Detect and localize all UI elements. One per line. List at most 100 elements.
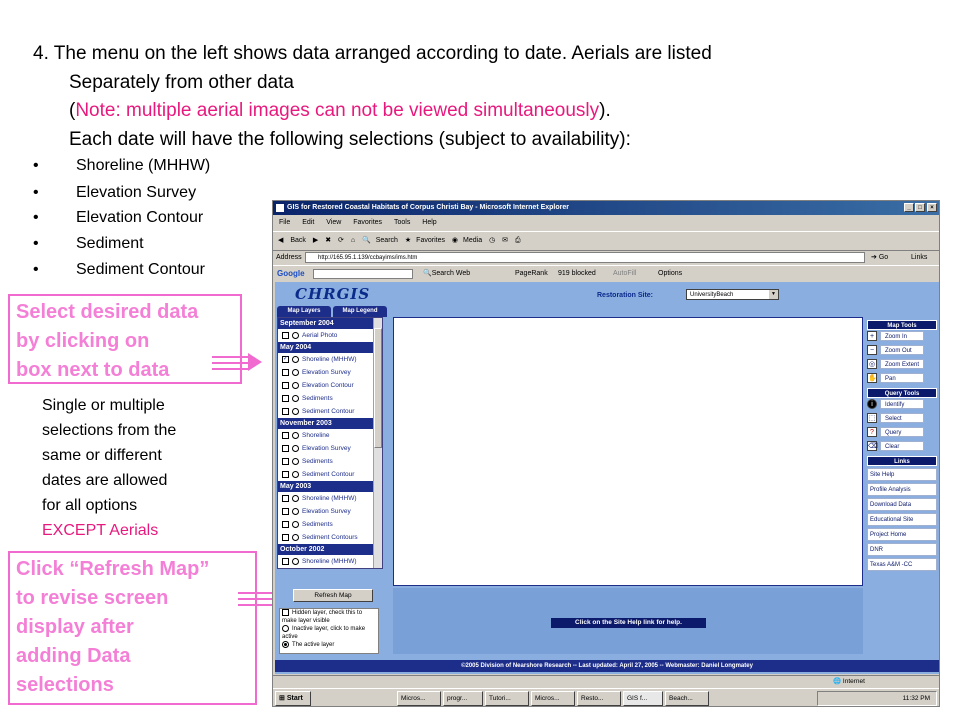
radio[interactable]: [292, 457, 299, 465]
radio[interactable]: [292, 444, 299, 452]
checkbox[interactable]: [282, 394, 289, 402]
checkbox[interactable]: [282, 557, 289, 565]
link-site-help[interactable]: Site Help: [867, 468, 937, 481]
layers-scrollbar[interactable]: [373, 318, 382, 568]
layer-row[interactable]: Sediment Contours: [278, 531, 382, 544]
task-button[interactable]: Beach...: [665, 691, 709, 706]
layer-row[interactable]: Elevation Survey: [278, 366, 382, 379]
radio[interactable]: [292, 368, 299, 376]
menu-edit[interactable]: Edit: [302, 219, 314, 226]
radio[interactable]: [292, 507, 299, 515]
menu-view[interactable]: View: [326, 219, 341, 226]
close-button[interactable]: ×: [927, 203, 937, 212]
tab-map-layers[interactable]: Map Layers: [277, 306, 331, 317]
scrollbar-thumb[interactable]: [374, 328, 382, 448]
media-button[interactable]: ◉ Media: [452, 232, 482, 250]
layer-row[interactable]: Shoreline (MHHW): [278, 555, 382, 568]
checkbox[interactable]: [282, 533, 289, 541]
task-button[interactable]: Micros...: [531, 691, 575, 706]
favorites-button[interactable]: ★ Favorites: [405, 232, 445, 250]
radio[interactable]: [292, 355, 299, 363]
go-button[interactable]: ➔ Go: [871, 250, 888, 265]
start-button[interactable]: ⊞ Start: [275, 691, 311, 706]
checkbox[interactable]: [282, 381, 289, 389]
checkbox[interactable]: [282, 470, 289, 478]
checkbox-checked[interactable]: ✓: [282, 355, 289, 363]
search-web-button[interactable]: 🔍Search Web: [423, 266, 470, 282]
menu-file[interactable]: File: [279, 219, 290, 226]
google-search-input[interactable]: [313, 269, 413, 279]
radio[interactable]: [292, 331, 299, 339]
checkbox[interactable]: [282, 494, 289, 502]
zoom-in-tool[interactable]: + Zoom In: [867, 330, 937, 344]
checkbox[interactable]: [282, 407, 289, 415]
checkbox[interactable]: [282, 507, 289, 515]
identify-tool[interactable]: i Identify: [867, 398, 937, 412]
layer-row[interactable]: Sediments: [278, 392, 382, 405]
layer-row[interactable]: ✓ Shoreline (MHHW): [278, 353, 382, 366]
forward-icon[interactable]: ▶: [313, 232, 318, 250]
checkbox[interactable]: [282, 457, 289, 465]
refresh-map-button[interactable]: Refresh Map: [293, 589, 373, 602]
layer-row[interactable]: Shoreline (MHHW): [278, 492, 382, 505]
back-button[interactable]: ◀ Back: [278, 232, 306, 250]
address-input[interactable]: http://165.95.1.139/ccbayims/ims.htm: [305, 252, 865, 263]
mail-icon[interactable]: ✉: [502, 232, 508, 250]
zoom-out-tool[interactable]: − Zoom Out: [867, 344, 937, 358]
layer-row[interactable]: Elevation Survey: [278, 505, 382, 518]
maximize-button[interactable]: □: [915, 203, 925, 212]
refresh-icon[interactable]: ⟳: [338, 232, 344, 250]
radio[interactable]: [292, 381, 299, 389]
menu-tools[interactable]: Tools: [394, 219, 410, 226]
link-download-data[interactable]: Download Data: [867, 498, 937, 511]
layer-row[interactable]: Sediment Contour: [278, 405, 382, 418]
task-button[interactable]: progr...: [443, 691, 483, 706]
zoom-extent-tool[interactable]: ◎ Zoom Extent: [867, 358, 937, 372]
options-button[interactable]: Options: [658, 266, 682, 282]
link-profile-analysis[interactable]: Profile Analysis: [867, 483, 937, 496]
map-display[interactable]: [393, 317, 863, 586]
layer-row[interactable]: Aerial Photo: [278, 329, 382, 342]
link-educational-site[interactable]: Educational Site: [867, 513, 937, 526]
autofill-button[interactable]: AutoFill: [613, 266, 636, 282]
task-button[interactable]: Tutori...: [485, 691, 529, 706]
home-icon[interactable]: ⌂: [351, 232, 355, 250]
stop-icon[interactable]: ✖: [325, 232, 331, 250]
radio[interactable]: [292, 470, 299, 478]
radio[interactable]: [292, 533, 299, 541]
layer-row[interactable]: Elevation Survey: [278, 442, 382, 455]
link-texas-am-cc[interactable]: Texas A&M -CC: [867, 558, 937, 571]
print-icon[interactable]: ⎙: [515, 232, 521, 250]
link-project-home[interactable]: Project Home: [867, 528, 937, 541]
link-dnr[interactable]: DNR: [867, 543, 937, 556]
layer-row[interactable]: Sediments: [278, 518, 382, 531]
menu-help[interactable]: Help: [422, 219, 436, 226]
history-icon[interactable]: ◷: [489, 232, 495, 250]
task-button[interactable]: Resto...: [577, 691, 621, 706]
checkbox[interactable]: [282, 444, 289, 452]
search-button[interactable]: 🔍 Search: [362, 232, 398, 250]
checkbox[interactable]: [282, 368, 289, 376]
clear-tool[interactable]: ⌫ Clear: [867, 440, 937, 454]
checkbox[interactable]: [282, 331, 289, 339]
task-button[interactable]: Micros...: [397, 691, 441, 706]
checkbox[interactable]: [282, 431, 289, 439]
select-tool[interactable]: ⬚ Select: [867, 412, 937, 426]
radio[interactable]: [292, 407, 299, 415]
layer-row[interactable]: Sediments: [278, 455, 382, 468]
links-label[interactable]: Links: [911, 250, 927, 265]
radio[interactable]: [292, 431, 299, 439]
layer-row[interactable]: Sediment Contour: [278, 468, 382, 481]
checkbox[interactable]: [282, 520, 289, 528]
minimize-button[interactable]: _: [904, 203, 914, 212]
task-button-active[interactable]: GIS f...: [623, 691, 663, 706]
radio[interactable]: [292, 557, 299, 565]
query-tool[interactable]: ? Query: [867, 426, 937, 440]
restoration-site-select[interactable]: UniversityBeach ▼: [686, 289, 779, 300]
tab-map-legend[interactable]: Map Legend: [333, 306, 387, 317]
popup-blocked[interactable]: 919 blocked: [558, 266, 596, 282]
radio[interactable]: [292, 494, 299, 502]
layer-row[interactable]: Shoreline: [278, 429, 382, 442]
radio[interactable]: [292, 520, 299, 528]
menu-favorites[interactable]: Favorites: [353, 219, 382, 226]
